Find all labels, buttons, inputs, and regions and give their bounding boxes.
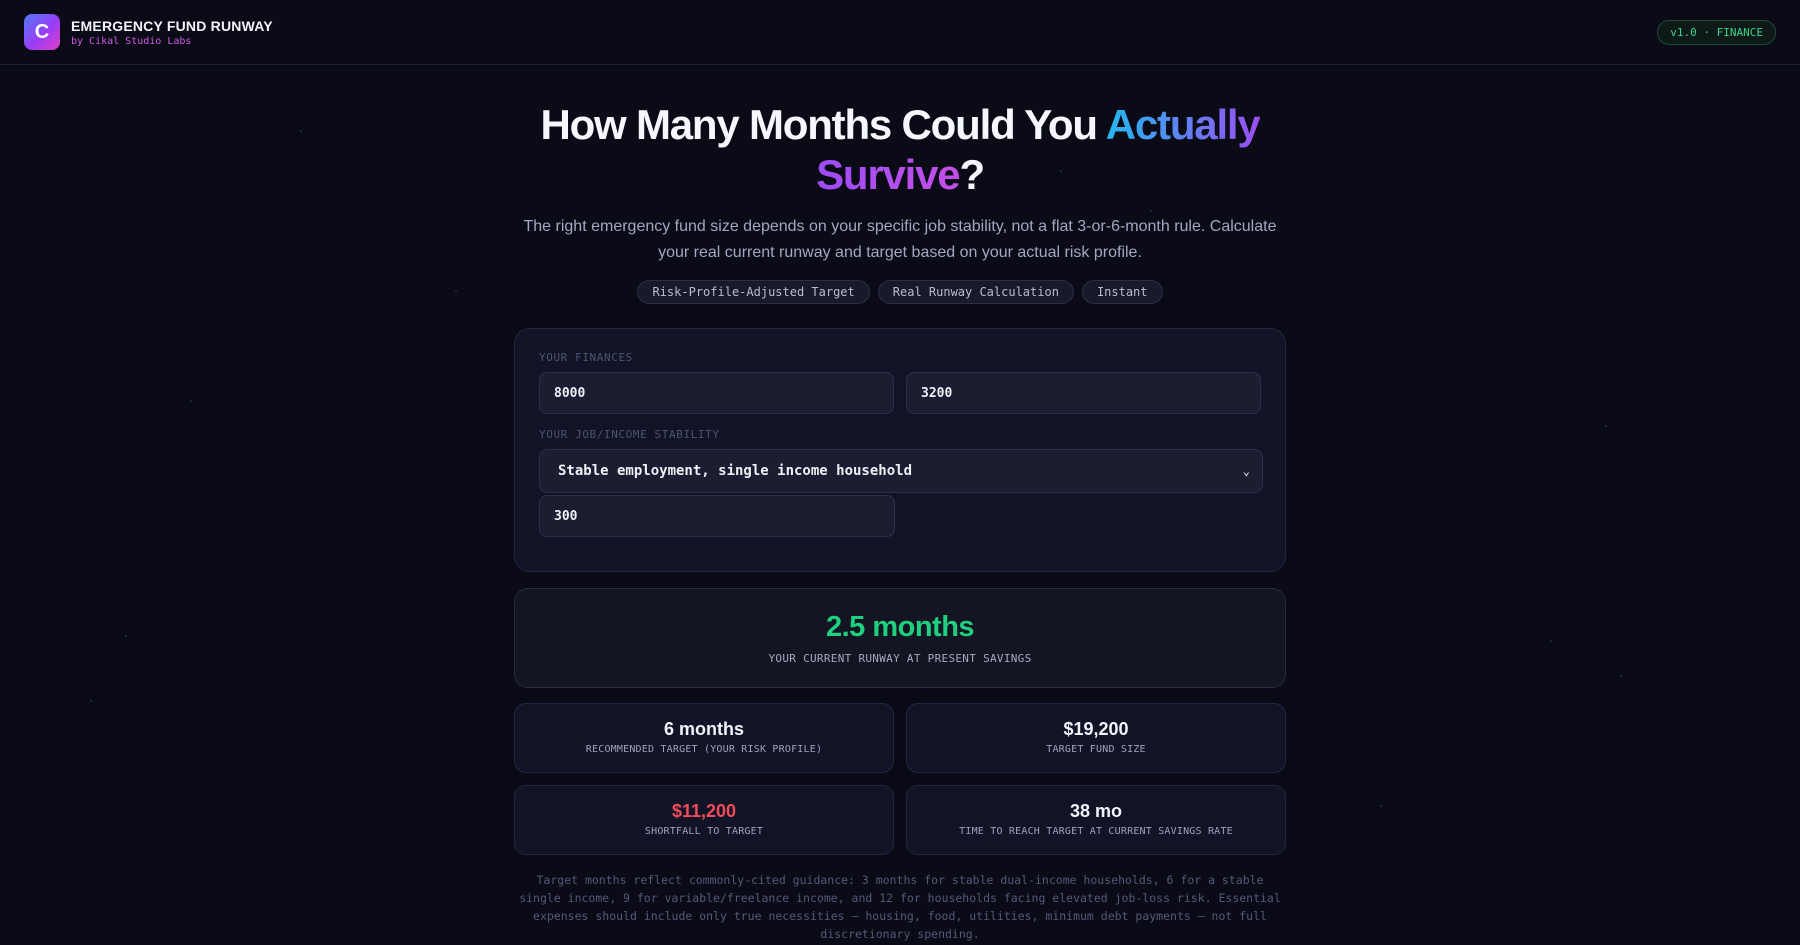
target-fund-label: TARGET FUND SIZE <box>1046 744 1146 755</box>
time-to-target-value: 38 mo <box>1069 801 1123 821</box>
runway-caption: YOUR CURRENT RUNWAY AT PRESENT SAVINGS <box>768 652 1032 665</box>
finances-label: YOUR FINANCES <box>539 351 633 364</box>
stability-select[interactable]: Stable employment, single income househo… <box>539 449 1263 493</box>
stability-label: YOUR JOB/INCOME STABILITY <box>539 428 720 441</box>
target-months-label: RECOMMENDED TARGET (YOUR RISK PROFILE) <box>585 744 823 755</box>
app-logo: C <box>24 14 60 50</box>
runway-result: 2.5 months YOUR CURRENT RUNWAY AT PRESEN… <box>514 588 1286 688</box>
guidance-footnote: Target months reflect commonly-cited gui… <box>519 873 1281 941</box>
target-months-card: 6 months RECOMMENDED TARGET (YOUR RISK P… <box>514 703 894 773</box>
shortfall-card: $11,200 SHORTFALL TO TARGET <box>514 785 894 855</box>
time-to-target-card: 38 mo TIME TO REACH TARGET AT CURRENT SA… <box>906 785 1286 855</box>
stability-selected-value: Stable employment, single income househo… <box>558 463 913 479</box>
monthly-savings-input[interactable] <box>539 495 895 537</box>
brand[interactable]: C EMERGENCY FUND RUNWAY by Cikal Studio … <box>24 14 273 50</box>
chip-instant: Instant <box>1081 280 1163 304</box>
savings-input[interactable] <box>539 372 894 414</box>
title-end: ? <box>959 151 985 198</box>
feature-chips: Risk-Profile-Adjusted Target Real Runway… <box>0 280 1800 304</box>
top-bar: C EMERGENCY FUND RUNWAY by Cikal Studio … <box>0 0 1800 65</box>
app-byline: by Cikal Studio Labs <box>71 35 192 47</box>
page-title: How Many Months Could You Actually Survi… <box>520 100 1280 200</box>
target-fund-value: $19,200 <box>1063 719 1129 739</box>
chip-risk-profile: Risk-Profile-Adjusted Target <box>637 280 870 304</box>
monthly-expenses-input[interactable] <box>906 372 1261 414</box>
target-months-value: 6 months <box>663 719 744 739</box>
title-highlight-actually: Actually <box>1105 101 1261 148</box>
input-card: YOUR FINANCES YOUR JOB/INCOME STABILITY … <box>514 328 1286 572</box>
title-highlight-survive: Survive <box>816 151 961 198</box>
app-title: EMERGENCY FUND RUNWAY <box>71 17 273 34</box>
hero: How Many Months Could You Actually Survi… <box>0 100 1800 304</box>
runway-value: 2.5 months <box>825 611 975 643</box>
time-to-target-label: TIME TO REACH TARGET AT CURRENT SAVINGS … <box>959 826 1233 837</box>
shortfall-value: $11,200 <box>671 801 737 821</box>
shortfall-label: SHORTFALL TO TARGET <box>644 826 764 837</box>
chip-real-runway: Real Runway Calculation <box>877 280 1074 304</box>
page-description: The right emergency fund size depends on… <box>523 218 1277 261</box>
title-text: How Many Months Could You <box>540 101 1106 148</box>
version-badge: v1.0 · FINANCE <box>1657 19 1776 45</box>
target-fund-card: $19,200 TARGET FUND SIZE <box>906 703 1286 773</box>
chevron-down-icon: ⌄ <box>1242 464 1250 478</box>
